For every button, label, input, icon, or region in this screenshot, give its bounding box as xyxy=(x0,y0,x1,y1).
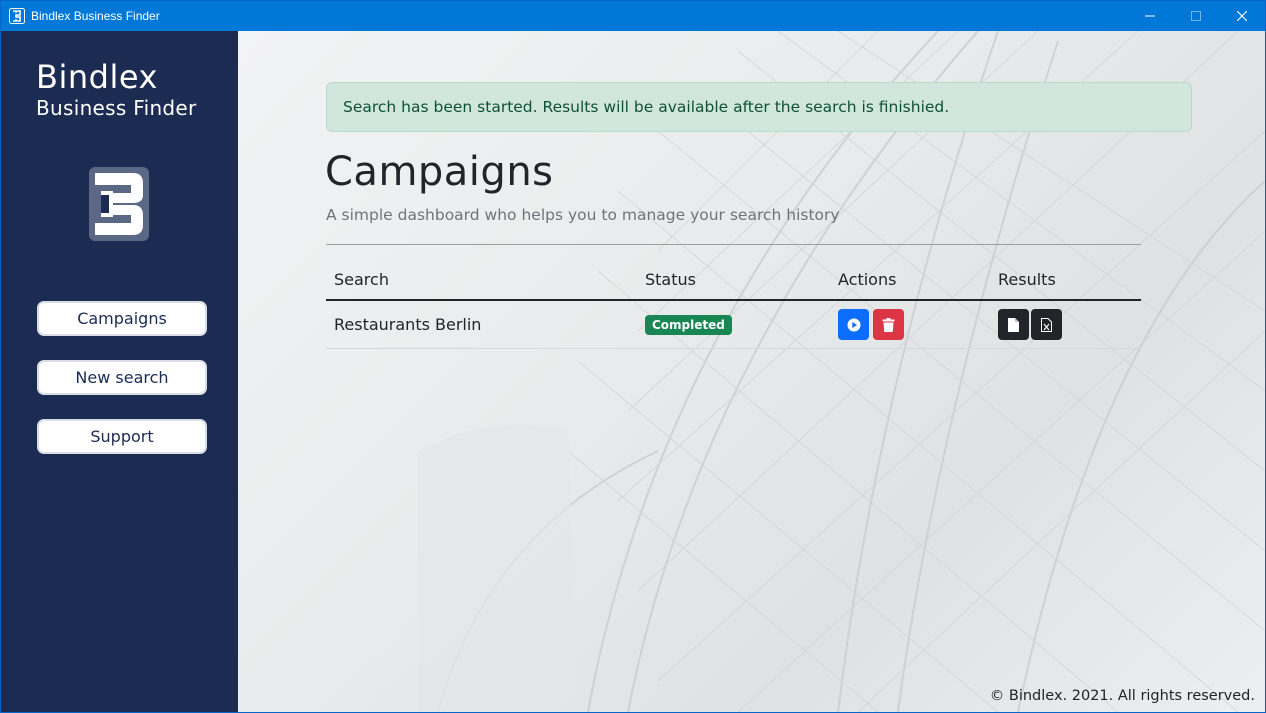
download-file-button[interactable] xyxy=(998,309,1029,340)
search-started-alert: Search has been started. Results will be… xyxy=(326,82,1192,132)
download-excel-button[interactable] xyxy=(1031,309,1062,340)
minimize-icon xyxy=(1145,15,1155,17)
footer-copyright: © Bindlex. 2021. All rights reserved. xyxy=(989,688,1255,704)
brand-name: Bindlex xyxy=(36,58,158,96)
header-status: Status xyxy=(645,270,696,289)
trash-icon xyxy=(882,317,895,332)
search-name: Restaurants Berlin xyxy=(334,315,482,334)
campaigns-table: Search Status Actions Results Restaurant… xyxy=(326,263,1141,349)
status-badge: Completed xyxy=(645,315,732,335)
background-architecture-image xyxy=(418,31,1265,712)
play-icon xyxy=(847,318,860,331)
header-results: Results xyxy=(998,270,1056,289)
window-title: Bindlex Business Finder xyxy=(31,9,160,23)
main-content: Search has been started. Results will be… xyxy=(238,31,1265,712)
title-bar: Bindlex Business Finder xyxy=(1,1,1265,31)
brand-subtitle: Business Finder xyxy=(36,96,197,120)
brand: Bindlex Business Finder xyxy=(36,59,197,121)
app-window: Bindlex Business Finder Bindlex Business… xyxy=(0,0,1266,713)
nav-new-search-button[interactable]: New search xyxy=(37,360,207,395)
header-actions: Actions xyxy=(838,270,897,289)
sidebar: Bindlex Business Finder Campaigns New se… xyxy=(1,31,238,712)
close-button[interactable] xyxy=(1219,1,1265,31)
header-search: Search xyxy=(334,270,389,289)
nav-campaigns-button[interactable]: Campaigns xyxy=(37,301,207,336)
maximize-icon xyxy=(1191,11,1201,21)
app-logo-icon xyxy=(9,8,25,24)
minimize-button[interactable] xyxy=(1127,1,1173,31)
divider xyxy=(326,244,1141,245)
table-row: Restaurants Berlin Completed xyxy=(326,301,1141,349)
bindlex-logo-icon xyxy=(89,167,149,241)
page-subtitle: A simple dashboard who helps you to mana… xyxy=(326,206,840,224)
run-search-button[interactable] xyxy=(838,309,869,340)
page-title: Campaigns xyxy=(325,149,554,195)
window-controls xyxy=(1127,1,1265,31)
maximize-button[interactable] xyxy=(1173,1,1219,31)
delete-search-button[interactable] xyxy=(873,309,904,340)
excel-file-icon xyxy=(1041,317,1052,332)
nav-support-button[interactable]: Support xyxy=(37,419,207,454)
table-header: Search Status Actions Results xyxy=(326,263,1141,301)
close-icon xyxy=(1237,11,1247,21)
file-icon xyxy=(1008,317,1019,332)
